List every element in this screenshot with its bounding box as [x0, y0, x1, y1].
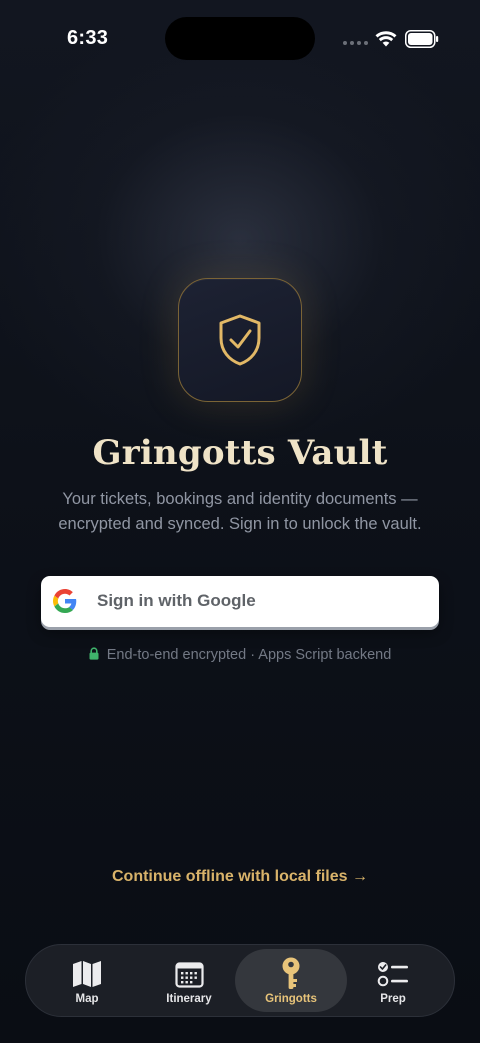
tab-prep[interactable]: Prep — [337, 949, 449, 1012]
continue-offline-link[interactable]: Continue offline with local files → — [0, 868, 480, 886]
google-sign-in-label: Sign in with Google — [97, 591, 256, 610]
key-icon — [282, 957, 300, 989]
battery-icon — [405, 30, 439, 48]
page-subtitle: Your tickets, bookings and identity docu… — [58, 490, 422, 533]
shield-check-icon — [219, 314, 261, 366]
tab-bar: Map Itinerary Gringotts Prep — [25, 944, 455, 1017]
status-bar: 6:33 — [0, 0, 480, 80]
checklist-icon — [377, 962, 408, 987]
security-note: End-to-end encrypted · Apps Script backe… — [0, 647, 480, 663]
tab-map-label: Map — [75, 993, 99, 1005]
status-time: 6:33 — [67, 27, 109, 49]
google-g-icon — [53, 589, 77, 613]
cellular-signal-icon — [343, 41, 369, 47]
page-title: Gringotts Vault — [92, 433, 388, 473]
dynamic-island — [165, 17, 315, 60]
tab-itinerary-label: Itinerary — [166, 993, 212, 1005]
calendar-icon — [174, 961, 204, 988]
tab-map[interactable]: Map — [31, 949, 143, 1012]
wifi-icon — [375, 31, 397, 47]
tab-gringotts-label: Gringotts — [265, 993, 317, 1005]
lock-icon — [89, 647, 99, 660]
tab-prep-label: Prep — [380, 993, 406, 1005]
vault-app-icon — [178, 278, 302, 402]
google-sign-in-button[interactable]: Sign in with Google — [41, 576, 439, 627]
security-note-text: End-to-end encrypted · Apps Script backe… — [106, 647, 392, 663]
map-icon — [73, 961, 101, 987]
tab-gringotts[interactable]: Gringotts — [235, 949, 347, 1012]
tab-itinerary[interactable]: Itinerary — [133, 949, 245, 1012]
